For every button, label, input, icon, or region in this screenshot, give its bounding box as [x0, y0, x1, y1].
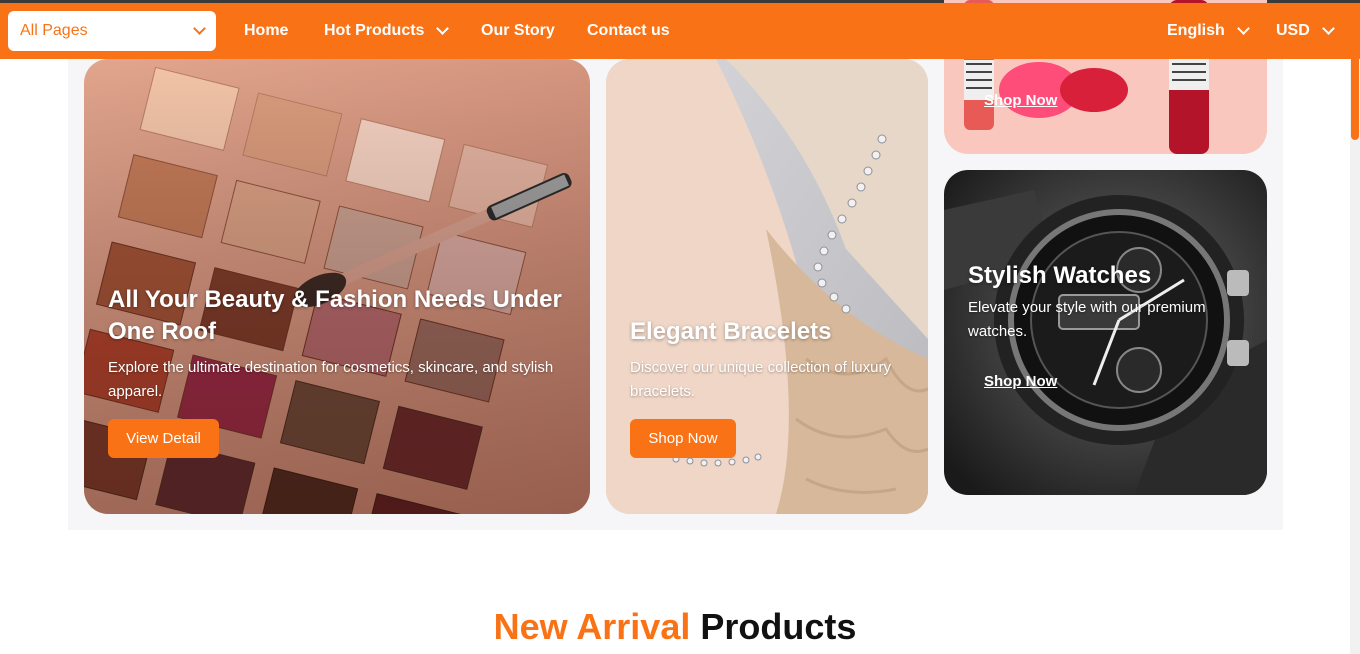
all-pages-label: All Pages	[20, 22, 88, 39]
watches-card-title: Stylish Watches	[968, 262, 1152, 289]
chevron-down-icon	[1236, 22, 1250, 35]
bracelets-card-description: Discover our unique collection of luxury…	[630, 359, 891, 400]
nav-our-story[interactable]: Our Story	[481, 3, 555, 59]
watches-card-text: Stylish Watches Elevate your style with …	[968, 260, 1248, 344]
chevron-down-icon	[1321, 22, 1335, 35]
nav-home[interactable]: Home	[244, 3, 288, 59]
scrollbar-thumb[interactable]	[1351, 52, 1359, 140]
heading-rest: Products	[700, 606, 857, 647]
bracelets-card-text: Elegant Bracelets Discover our unique co…	[630, 316, 910, 404]
beauty-hero-card: All Your Beauty & Fashion Needs Under On…	[84, 59, 590, 514]
language-dropdown[interactable]: English	[1167, 3, 1250, 59]
lipstick-shop-now-link[interactable]: Shop Now	[984, 92, 1057, 109]
beauty-card-title: All Your Beauty & Fashion Needs Under On…	[108, 286, 562, 345]
bracelets-shop-now-label: Shop Now	[648, 430, 718, 447]
nav-contact-us[interactable]: Contact us	[587, 3, 670, 59]
nav-hot-products[interactable]: Hot Products	[324, 3, 450, 59]
beauty-card-text: All Your Beauty & Fashion Needs Under On…	[108, 284, 578, 404]
nav-contact-us-label: Contact us	[587, 22, 670, 39]
nav-our-story-label: Our Story	[481, 22, 555, 39]
chevron-down-icon	[193, 22, 206, 35]
nav-hot-products-label: Hot Products	[324, 22, 425, 39]
bracelets-shop-now-button[interactable]: Shop Now	[630, 419, 736, 458]
currency-label: USD	[1276, 22, 1310, 39]
new-arrival-heading: New Arrival Products	[0, 606, 1350, 648]
bracelets-card: Elegant Bracelets Discover our unique co…	[606, 59, 928, 514]
bracelets-card-title: Elegant Bracelets	[630, 318, 832, 345]
nav-home-label: Home	[244, 22, 289, 39]
beauty-card-description: Explore the ultimate destination for cos…	[108, 359, 554, 400]
chevron-down-icon	[436, 22, 450, 35]
scrollbar-track[interactable]	[1350, 59, 1360, 654]
all-pages-dropdown[interactable]: All Pages	[8, 11, 216, 51]
currency-dropdown[interactable]: USD	[1276, 3, 1335, 59]
language-label: English	[1167, 22, 1225, 39]
view-detail-button[interactable]: View Detail	[108, 419, 219, 458]
watches-card-description: Elevate your style with our premium watc…	[968, 299, 1206, 340]
view-detail-label: View Detail	[126, 430, 201, 447]
heading-accent: New Arrival	[493, 606, 691, 647]
watches-shop-now-link[interactable]: Shop Now	[984, 373, 1057, 390]
top-navbar: All Pages Home Hot Products Our Story Co…	[0, 3, 1360, 59]
watches-card: Stylish Watches Elevate your style with …	[944, 170, 1267, 495]
